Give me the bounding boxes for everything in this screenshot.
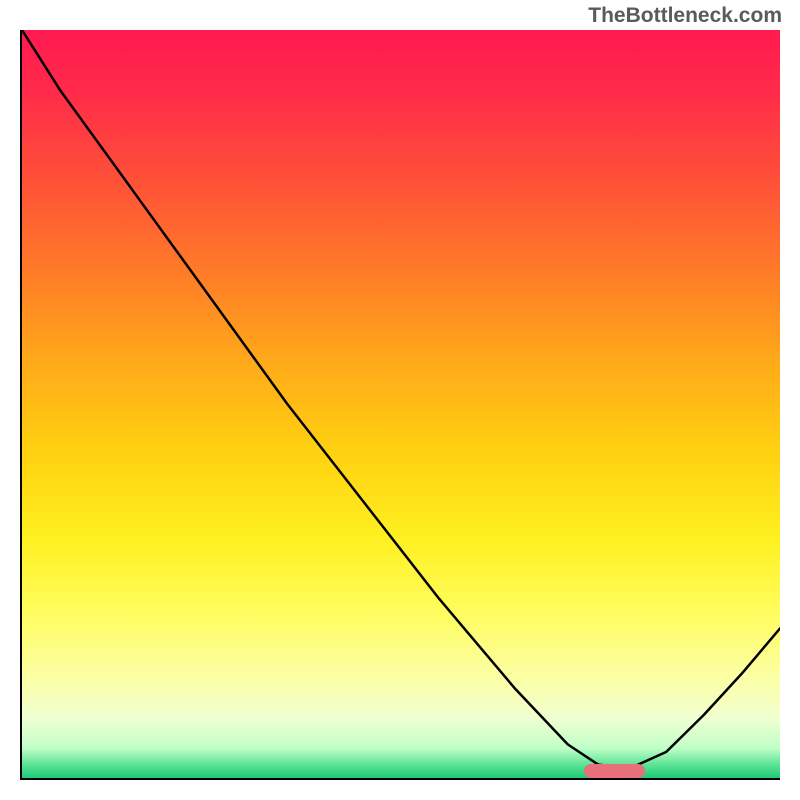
plot-area — [20, 30, 780, 780]
watermark-text: TheBottleneck.com — [588, 4, 782, 28]
optimum-marker — [584, 764, 645, 778]
bottleneck-curve — [22, 30, 780, 778]
curve-path — [22, 30, 780, 769]
